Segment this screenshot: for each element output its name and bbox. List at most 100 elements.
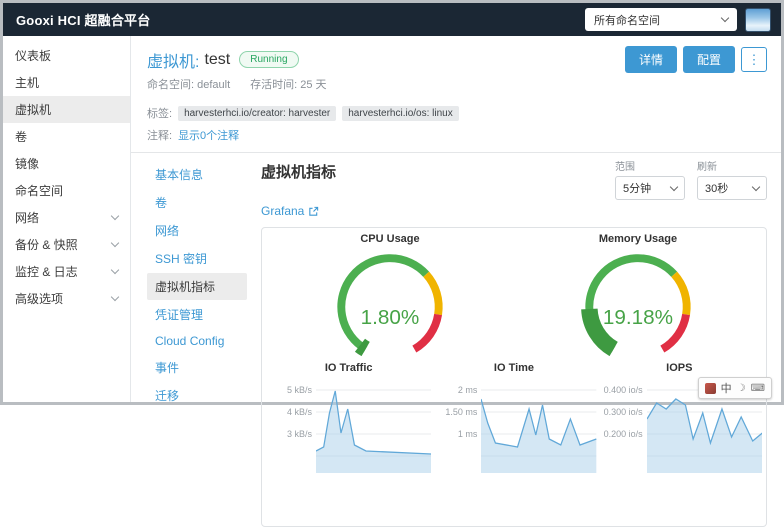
namespace-filter-select[interactable]: 所有命名空间 [585, 8, 737, 31]
range-value: 5分钟 [623, 180, 651, 196]
refresh-value: 30秒 [705, 180, 728, 196]
tab-basic-info[interactable]: 基本信息 [147, 161, 247, 188]
ime-keyboard-icon[interactable]: ⌨ [751, 383, 765, 394]
label-chip-os: harvesterhci.io/os: linux [342, 106, 459, 121]
sidebar-item-label: 镜像 [15, 155, 39, 172]
meta-row: 命名空间: default 存活时间: 25 天 [147, 76, 767, 92]
namespace-filter-value: 所有命名空间 [594, 12, 660, 28]
chart-title: IO Traffic [266, 362, 431, 374]
io-traffic-chart: IO Traffic 5 kB/s 4 kB/s 3 kB/s [266, 362, 431, 473]
chart-title: IO Time [431, 362, 596, 374]
tab-networks[interactable]: 网络 [147, 217, 247, 244]
refresh-control: 刷新 30秒 [697, 158, 767, 200]
status-badge: Running [239, 51, 298, 68]
sidebar-item-virtual-machines[interactable]: 虚拟机 [3, 96, 130, 123]
action-buttons: 详情 配置 ⋮ [625, 46, 767, 73]
page-title-row: 虚拟机: test Running 详情 配置 ⋮ [147, 46, 767, 73]
grafana-link[interactable]: Grafana [261, 204, 319, 218]
sidebar-item-advanced[interactable]: 高级选项 [3, 285, 130, 312]
annotations-toggle-link[interactable]: 显示0个注释 [178, 127, 239, 143]
tab-volumes[interactable]: 卷 [147, 189, 247, 216]
tab-events[interactable]: 事件 [147, 354, 247, 381]
chart-title: IOPS [597, 362, 762, 374]
cpu-gauge-chart: 1.80% [329, 246, 451, 358]
resource-name: test [204, 51, 230, 69]
sidebar-item-label: 卷 [15, 128, 27, 145]
detail-tab-list: 基本信息 卷 网络 SSH 密钥 虚拟机指标 凭证管理 Cloud Config… [147, 158, 247, 527]
gauge-title: CPU Usage [360, 233, 419, 245]
chevron-down-icon [111, 212, 119, 220]
sidebar-item-label: 命名空间 [15, 182, 63, 199]
sidebar-item-label: 主机 [15, 74, 39, 91]
refresh-label: 刷新 [697, 158, 767, 173]
tab-ssh-keys[interactable]: SSH 密钥 [147, 245, 247, 272]
body-row: 仪表板 主机 虚拟机 卷 镜像 命名空间 网络 备份 & 快照 监控 & 日志 … [3, 36, 781, 402]
namespace-text: 命名空间: default [147, 76, 230, 92]
sidebar-item-backup-snapshot[interactable]: 备份 & 快照 [3, 231, 130, 258]
sidebar-item-label: 网络 [15, 209, 39, 226]
io-traffic-plot [316, 377, 431, 473]
ime-toolbar[interactable]: 中 ☽ ⌨ [698, 377, 772, 399]
chevron-down-icon [721, 14, 729, 22]
sidebar-item-label: 仪表板 [15, 47, 51, 64]
app-window: Gooxi HCI 超融合平台 所有命名空间 仪表板 主机 虚拟机 卷 镜像 命… [0, 0, 784, 405]
io-time-plot [481, 377, 596, 473]
metrics-title: 虚拟机指标 [261, 161, 336, 182]
memory-gauge-chart: 19.18% [577, 246, 699, 358]
sidebar-item-networks[interactable]: 网络 [3, 204, 130, 231]
metrics-panel: CPU Usage 1.80% Memory Usa [261, 227, 767, 527]
range-label: 范围 [615, 158, 685, 173]
header-right: 所有命名空间 [585, 8, 771, 32]
gauge-row: CPU Usage 1.80% Memory Usa [266, 233, 762, 358]
app-title: Gooxi HCI 超融合平台 [16, 10, 150, 29]
cpu-usage-gauge: CPU Usage 1.80% [266, 233, 514, 358]
labels-label: 标签: [147, 105, 172, 121]
ime-lang-indicator[interactable]: 中 [721, 380, 732, 396]
main-content: 虚拟机: test Running 详情 配置 ⋮ 命名空间: default … [131, 36, 781, 402]
resource-type-link[interactable]: 虚拟机: [147, 48, 199, 72]
details-button[interactable]: 详情 [625, 46, 677, 73]
config-button[interactable]: 配置 [683, 46, 735, 73]
detail-row: 基本信息 卷 网络 SSH 密钥 虚拟机指标 凭证管理 Cloud Config… [147, 158, 767, 527]
memory-usage-gauge: Memory Usage 19.18% [514, 233, 762, 358]
sidebar-item-label: 虚拟机 [15, 101, 51, 118]
grafana-row: Grafana [261, 202, 767, 220]
sidebar-item-label: 监控 & 日志 [15, 263, 78, 280]
mini-charts-row: IO Traffic 5 kB/s 4 kB/s 3 kB/s [266, 362, 762, 473]
refresh-select[interactable]: 30秒 [697, 176, 767, 200]
ime-moon-icon[interactable]: ☽ [737, 383, 746, 394]
chevron-down-icon [111, 266, 119, 274]
avatar[interactable] [745, 8, 771, 32]
sidebar-item-label: 备份 & 快照 [15, 236, 78, 253]
labels-row: 标签: harvesterhci.io/creator: harvester h… [147, 105, 767, 121]
sidebar-item-dashboard[interactable]: 仪表板 [3, 42, 130, 69]
sidebar: 仪表板 主机 虚拟机 卷 镜像 命名空间 网络 备份 & 快照 监控 & 日志 … [3, 36, 131, 402]
ime-logo-icon[interactable] [705, 383, 716, 394]
age-text: 存活时间: 25 天 [250, 76, 326, 92]
sidebar-item-namespaces[interactable]: 命名空间 [3, 177, 130, 204]
range-control: 范围 5分钟 [615, 158, 685, 200]
io-time-chart: IO Time 2 ms 1.50 ms 1 ms [431, 362, 596, 473]
chevron-down-icon [670, 182, 678, 190]
external-link-icon [308, 206, 319, 217]
tab-credentials[interactable]: 凭证管理 [147, 301, 247, 328]
y-axis-labels: 0.400 io/s 0.300 io/s 0.200 io/s [597, 377, 647, 473]
tab-cloud-config[interactable]: Cloud Config [147, 329, 247, 353]
chevron-down-icon [111, 239, 119, 247]
divider [131, 152, 781, 153]
tab-vm-metrics[interactable]: 虚拟机指标 [147, 273, 247, 300]
sidebar-item-hosts[interactable]: 主机 [3, 69, 130, 96]
more-actions-button[interactable]: ⋮ [741, 47, 767, 72]
memory-usage-value: 19.18% [603, 306, 673, 329]
sidebar-item-volumes[interactable]: 卷 [3, 123, 130, 150]
metrics-section: 虚拟机指标 范围 5分钟 刷新 [247, 158, 767, 527]
sidebar-item-images[interactable]: 镜像 [3, 150, 130, 177]
label-chip-creator: harvesterhci.io/creator: harvester [178, 106, 336, 121]
sidebar-item-monitoring-logs[interactable]: 监控 & 日志 [3, 258, 130, 285]
annotations-row: 注释: 显示0个注释 [147, 127, 767, 143]
y-axis-labels: 2 ms 1.50 ms 1 ms [431, 377, 481, 473]
range-select[interactable]: 5分钟 [615, 176, 685, 200]
annotations-label: 注释: [147, 127, 172, 143]
chevron-down-icon [752, 182, 760, 190]
chevron-down-icon [111, 293, 119, 301]
